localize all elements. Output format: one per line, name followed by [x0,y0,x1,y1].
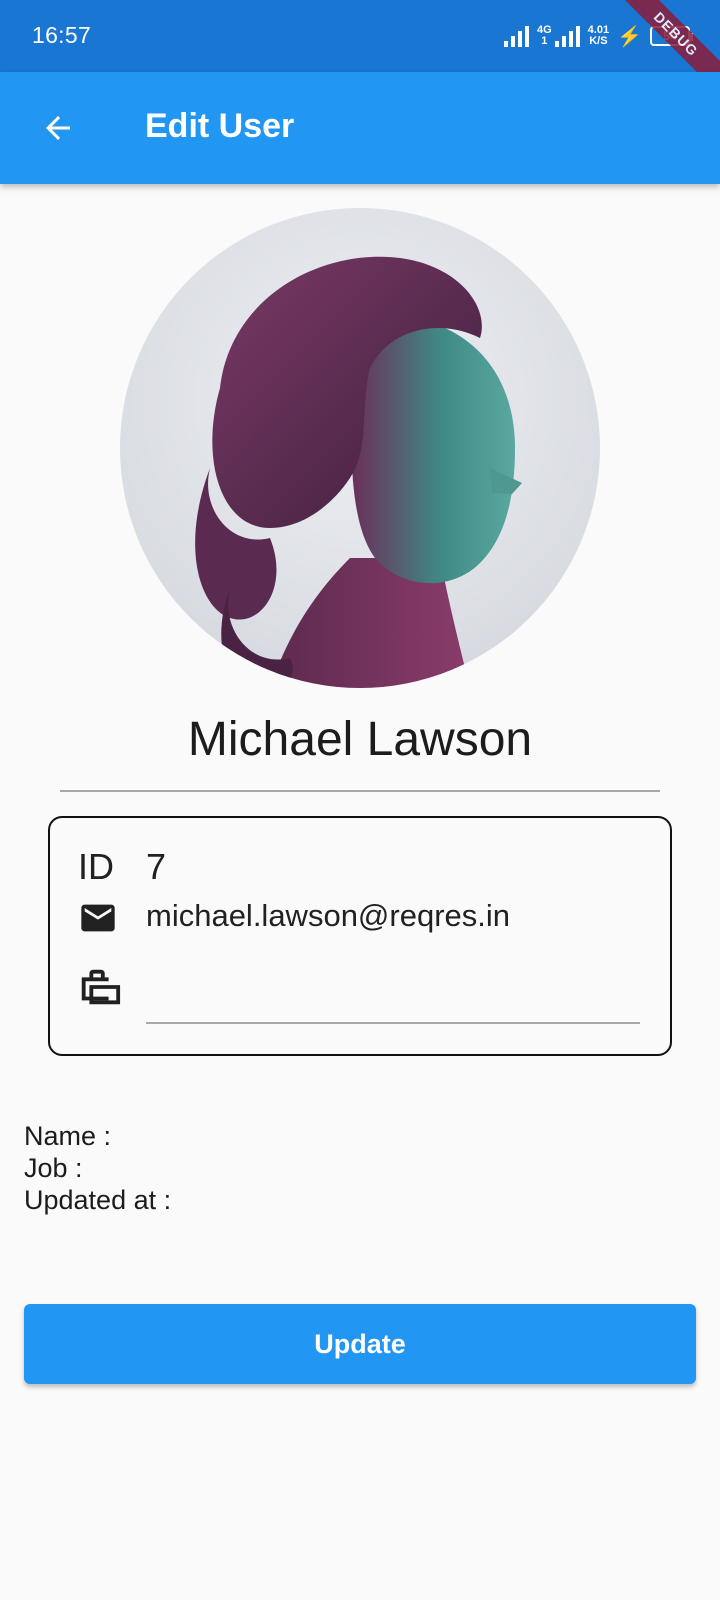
charging-icon: ⚡ [617,25,642,48]
meta-name-label: Name : [24,1121,112,1151]
network-speed: 4.01 K/S [588,25,609,47]
id-value: 7 [146,846,167,887]
app-bar: Edit User [0,72,720,184]
avatar-portrait [195,256,522,688]
email-text: michael.lawson@reqres.in [146,898,511,933]
user-info-card: ID 7 michael.lawson@reqres.in [48,816,672,1056]
back-button[interactable] [30,100,86,156]
meta-updated-label: Updated at : [24,1185,172,1215]
update-button[interactable]: Update [24,1304,696,1384]
meta-job-label: Job : [24,1153,83,1183]
arrow-back-icon [46,116,70,140]
network-indicator: 4G 1 [537,25,580,47]
work-icon [81,969,121,1005]
name-divider [60,790,660,792]
status-bar: 16:57 4G 1 4.01 K/S ⚡ 54 DEBUG [0,0,720,107]
speed-unit: K/S [589,35,608,47]
status-time: 16:57 [32,22,92,48]
signal-icon [503,25,529,47]
page-title: Edit User [145,107,295,145]
user-meta: Name : Job : Updated at : [24,1120,171,1216]
avatar [120,208,600,688]
signal-icon-2 [554,25,580,47]
email-icon [81,904,115,932]
user-name: Michael Lawson [187,713,533,766]
id-label: ID [78,846,114,887]
network-sub: 1 [541,35,548,47]
job-input[interactable] [146,958,640,1024]
